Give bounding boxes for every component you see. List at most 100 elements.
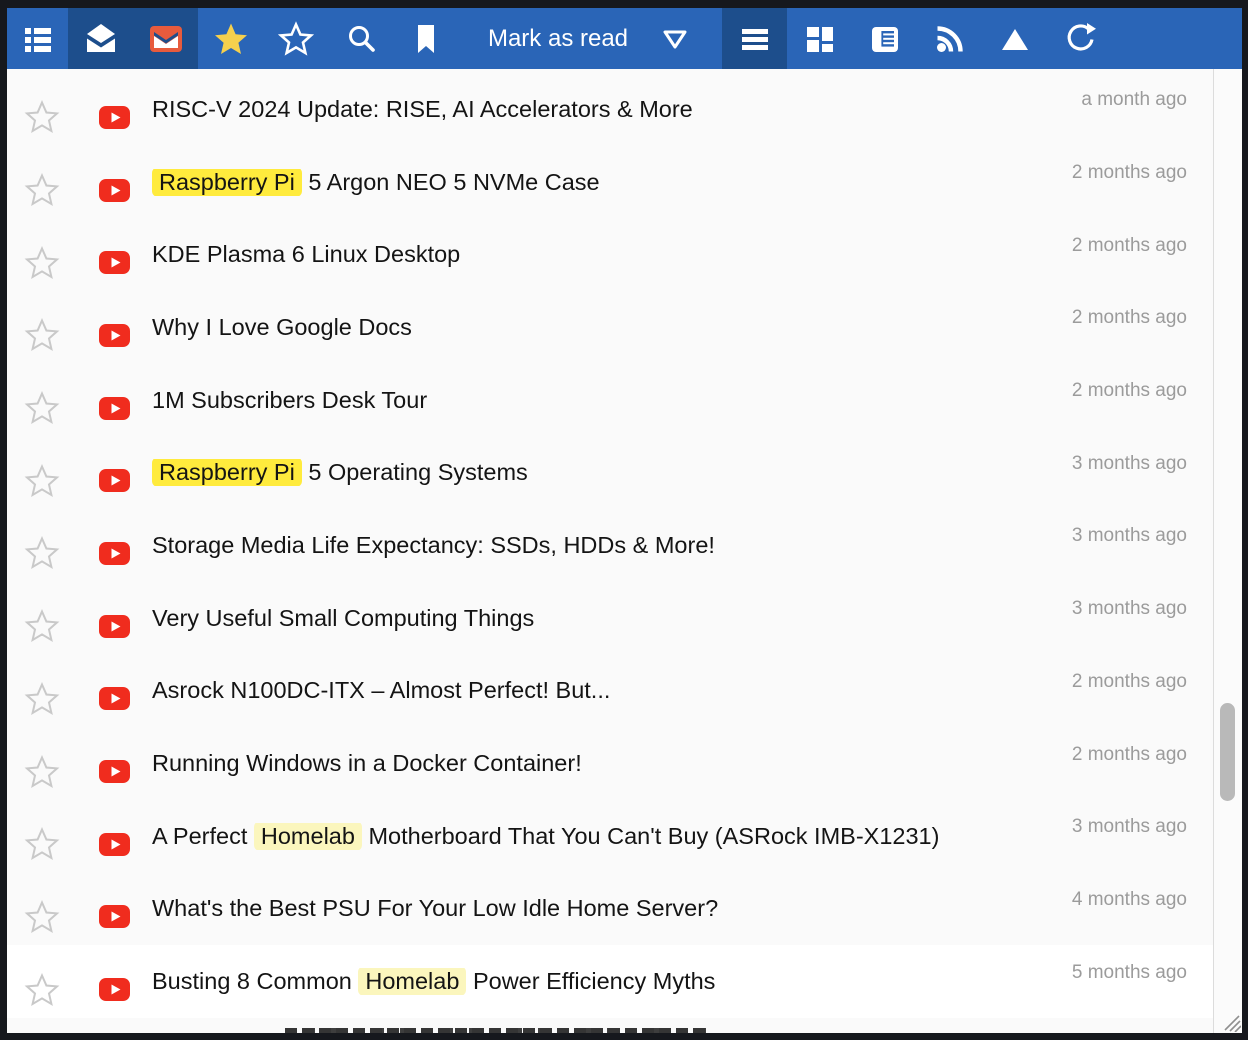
- mail-unread-icon: [148, 23, 184, 55]
- scrollbar-track[interactable]: [1213, 69, 1242, 1033]
- item-timestamp: 5 months ago: [1072, 962, 1187, 984]
- highlighted-term: Homelab: [254, 823, 362, 850]
- list-item[interactable]: A Perfect Homelab Motherboard That You C…: [7, 800, 1213, 873]
- item-timestamp: 2 months ago: [1072, 235, 1187, 257]
- youtube-icon: [99, 179, 130, 202]
- item-title: 1M Subscribers Desk Tour: [152, 387, 1072, 414]
- search-button[interactable]: [328, 8, 393, 69]
- youtube-icon: [99, 687, 130, 710]
- starred-filter-button[interactable]: [198, 8, 263, 69]
- star-icon[interactable]: [24, 826, 60, 862]
- highlighted-term: Raspberry Pi: [152, 169, 302, 196]
- item-timestamp: 4 months ago: [1072, 889, 1187, 911]
- star-icon[interactable]: [24, 899, 60, 935]
- search-icon: [344, 22, 378, 56]
- dropdown-triangle-icon: [658, 22, 692, 56]
- hamburger-menu-button[interactable]: [722, 8, 787, 69]
- star-icon[interactable]: [24, 390, 60, 426]
- app-window: Mark as read: [7, 8, 1242, 1033]
- title-text: 5 Operating Systems: [302, 459, 528, 485]
- list-item[interactable]: 1M Subscribers Desk Tour 2 months ago: [7, 364, 1213, 437]
- dashboard-layout-icon: [803, 22, 837, 56]
- unstarred-filter-button[interactable]: [263, 8, 328, 69]
- rss-icon: [933, 22, 967, 56]
- refresh-button[interactable]: [1047, 8, 1112, 69]
- show-read-button[interactable]: [68, 8, 133, 69]
- list-item[interactable]: Why I Love Google Docs 2 months ago: [7, 291, 1213, 364]
- list-item[interactable]: RISC-V 2024 Update: RISE, AI Accelerator…: [7, 73, 1213, 146]
- item-timestamp: 2 months ago: [1072, 162, 1187, 184]
- item-title: RISC-V 2024 Update: RISE, AI Accelerator…: [152, 96, 1081, 123]
- star-icon[interactable]: [24, 99, 60, 135]
- star-icon[interactable]: [24, 972, 60, 1008]
- resize-grip-icon[interactable]: [1213, 1004, 1241, 1032]
- title-text: 1M Subscribers Desk Tour: [152, 387, 427, 413]
- title-text: Running Windows in a Docker Container!: [152, 750, 582, 776]
- item-title: What's the Best PSU For Your Low Idle Ho…: [152, 895, 1072, 922]
- item-timestamp: 3 months ago: [1072, 816, 1187, 838]
- toolbar: Mark as read: [7, 8, 1242, 69]
- item-title: A Perfect Homelab Motherboard That You C…: [152, 823, 1072, 850]
- highlighted-term: Homelab: [358, 968, 466, 995]
- youtube-icon: [99, 833, 130, 856]
- star-icon[interactable]: [24, 463, 60, 499]
- show-unread-button[interactable]: [133, 8, 198, 69]
- youtube-icon: [99, 251, 130, 274]
- item-title: Very Useful Small Computing Things: [152, 605, 1072, 632]
- list-item[interactable]: Running Windows in a Docker Container! 2…: [7, 727, 1213, 800]
- star-icon[interactable]: [24, 754, 60, 790]
- star-outline-icon: [278, 21, 314, 57]
- title-text: RISC-V 2024 Update: RISE, AI Accelerator…: [152, 96, 693, 122]
- bookmark-icon: [409, 22, 443, 56]
- star-icon[interactable]: [24, 608, 60, 644]
- item-title: Storage Media Life Expectancy: SSDs, HDD…: [152, 532, 1072, 559]
- youtube-icon: [99, 324, 130, 347]
- highlighted-term: Raspberry Pi: [152, 459, 302, 486]
- title-text: Very Useful Small Computing Things: [152, 605, 534, 631]
- list-item[interactable]: Raspberry Pi 5 Argon NEO 5 NVMe Case 2 m…: [7, 146, 1213, 219]
- list-item[interactable]: Storage Media Life Expectancy: SSDs, HDD…: [7, 509, 1213, 582]
- star-icon[interactable]: [24, 681, 60, 717]
- title-text: KDE Plasma 6 Linux Desktop: [152, 241, 460, 267]
- item-title: Why I Love Google Docs: [152, 314, 1072, 341]
- star-filled-icon: [213, 21, 249, 57]
- feed-list: RISC-V 2024 Update: RISE, AI Accelerator…: [7, 69, 1213, 1033]
- youtube-icon: [99, 542, 130, 565]
- list-item[interactable]: Busting 8 Common Homelab Power Efficienc…: [7, 945, 1213, 1018]
- star-icon[interactable]: [24, 245, 60, 281]
- mark-as-read-button[interactable]: Mark as read: [458, 8, 722, 69]
- title-text: Power Efficiency Myths: [466, 968, 715, 994]
- article-view-button[interactable]: [852, 8, 917, 69]
- title-text: Storage Media Life Expectancy: SSDs, HDD…: [152, 532, 715, 558]
- star-icon[interactable]: [24, 317, 60, 353]
- star-icon[interactable]: [24, 535, 60, 571]
- bookmark-button[interactable]: [393, 8, 458, 69]
- list-icon: [21, 22, 55, 56]
- item-timestamp: 2 months ago: [1072, 671, 1187, 693]
- title-text: Busting 8 Common: [152, 968, 358, 994]
- title-text: Motherboard That You Can't Buy (ASRock I…: [362, 823, 940, 849]
- rss-button[interactable]: [917, 8, 982, 69]
- item-timestamp: 2 months ago: [1072, 380, 1187, 402]
- scrollbar-thumb[interactable]: [1220, 703, 1235, 801]
- mail-open-icon: [84, 22, 118, 56]
- list-item[interactable]: Raspberry Pi 5 Operating Systems 3 month…: [7, 436, 1213, 509]
- dashboard-layout-button[interactable]: [787, 8, 852, 69]
- list-item[interactable]: Asrock N100DC-ITX – Almost Perfect! But.…: [7, 655, 1213, 728]
- toolbar-spacer: [1112, 8, 1242, 69]
- mail-filter-segment: [68, 8, 198, 69]
- list-item[interactable]: Very Useful Small Computing Things 3 mon…: [7, 582, 1213, 655]
- item-timestamp: 3 months ago: [1072, 525, 1187, 547]
- item-timestamp: 2 months ago: [1072, 307, 1187, 329]
- title-text: A Perfect: [152, 823, 254, 849]
- item-timestamp: 2 months ago: [1072, 744, 1187, 766]
- list-item[interactable]: What's the Best PSU For Your Low Idle Ho…: [7, 873, 1213, 946]
- youtube-icon: [99, 615, 130, 638]
- scroll-top-button[interactable]: [982, 8, 1047, 69]
- item-timestamp: a month ago: [1081, 89, 1187, 111]
- star-icon[interactable]: [24, 172, 60, 208]
- list-view-button[interactable]: [7, 8, 68, 69]
- item-title: Running Windows in a Docker Container!: [152, 750, 1072, 777]
- list-item[interactable]: KDE Plasma 6 Linux Desktop 2 months ago: [7, 218, 1213, 291]
- item-title: KDE Plasma 6 Linux Desktop: [152, 241, 1072, 268]
